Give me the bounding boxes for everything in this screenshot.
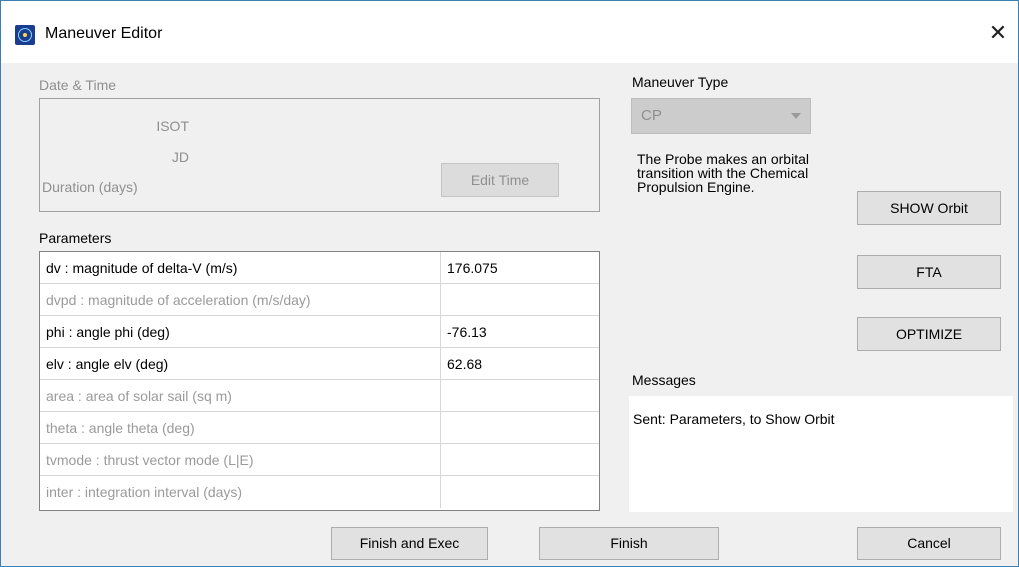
duration-label: Duration (days) bbox=[42, 179, 138, 195]
param-name: inter : integration interval (days) bbox=[46, 484, 243, 500]
datetime-group-label: Date & Time bbox=[39, 77, 117, 93]
maneuver-type-value: CP bbox=[641, 107, 662, 124]
maneuver-type-select[interactable]: CP bbox=[631, 98, 811, 134]
maneuver-editor-window: Maneuver Editor ✕ Date & Time ISOT JD Du… bbox=[0, 0, 1019, 567]
chevron-down-icon bbox=[791, 113, 801, 119]
table-row[interactable]: area : area of solar sail (sq m) bbox=[40, 380, 599, 412]
app-orbit-icon bbox=[15, 25, 35, 45]
param-name: tvmode : thrust vector mode (L|E) bbox=[46, 452, 254, 468]
table-row[interactable]: phi : angle phi (deg) -76.13 bbox=[40, 316, 599, 348]
window-title: Maneuver Editor bbox=[45, 25, 163, 42]
param-value[interactable]: 62.68 bbox=[447, 356, 482, 372]
maneuver-description: The Probe makes an orbital transition wi… bbox=[637, 151, 809, 195]
messages-panel[interactable]: Sent: Parameters, to Show Orbit bbox=[629, 396, 1013, 512]
cancel-button[interactable]: Cancel bbox=[857, 527, 1001, 560]
param-name: elv : angle elv (deg) bbox=[46, 356, 169, 372]
jd-label: JD bbox=[171, 149, 189, 165]
param-value[interactable]: 176.075 bbox=[447, 260, 498, 276]
parameters-table: dv : magnitude of delta-V (m/s) 176.075 … bbox=[39, 251, 600, 511]
param-value[interactable]: -76.13 bbox=[447, 324, 487, 340]
finish-button[interactable]: Finish bbox=[539, 527, 719, 560]
isot-label: ISOT bbox=[156, 118, 189, 134]
param-name: dv : magnitude of delta-V (m/s) bbox=[46, 260, 238, 276]
table-row[interactable]: inter : integration interval (days) bbox=[40, 476, 599, 508]
param-name: phi : angle phi (deg) bbox=[46, 324, 170, 340]
parameters-label: Parameters bbox=[39, 230, 112, 246]
finish-and-exec-button[interactable]: Finish and Exec bbox=[331, 527, 488, 560]
table-row[interactable]: dvpd : magnitude of acceleration (m/s/da… bbox=[40, 284, 599, 316]
optimize-button[interactable]: OPTIMIZE bbox=[857, 317, 1001, 351]
messages-label: Messages bbox=[632, 372, 696, 388]
table-row[interactable]: elv : angle elv (deg) 62.68 bbox=[40, 348, 599, 380]
param-name: theta : angle theta (deg) bbox=[46, 420, 195, 436]
table-row[interactable]: tvmode : thrust vector mode (L|E) bbox=[40, 444, 599, 476]
edit-time-button[interactable]: Edit Time bbox=[441, 163, 559, 197]
show-orbit-button[interactable]: SHOW Orbit bbox=[857, 191, 1001, 225]
table-row[interactable]: dv : magnitude of delta-V (m/s) 176.075 bbox=[40, 252, 599, 284]
table-row[interactable]: theta : angle theta (deg) bbox=[40, 412, 599, 444]
fta-button[interactable]: FTA bbox=[857, 255, 1001, 289]
close-icon[interactable]: ✕ bbox=[978, 15, 1018, 51]
title-bar: Maneuver Editor ✕ bbox=[1, 1, 1018, 63]
datetime-group: ISOT JD Duration (days) Edit Time bbox=[39, 98, 600, 212]
maneuver-type-label: Maneuver Type bbox=[632, 74, 729, 90]
param-name: dvpd : magnitude of acceleration (m/s/da… bbox=[46, 292, 311, 308]
message-text: Sent: Parameters, to Show Orbit bbox=[633, 411, 835, 427]
param-name: area : area of solar sail (sq m) bbox=[46, 388, 232, 404]
